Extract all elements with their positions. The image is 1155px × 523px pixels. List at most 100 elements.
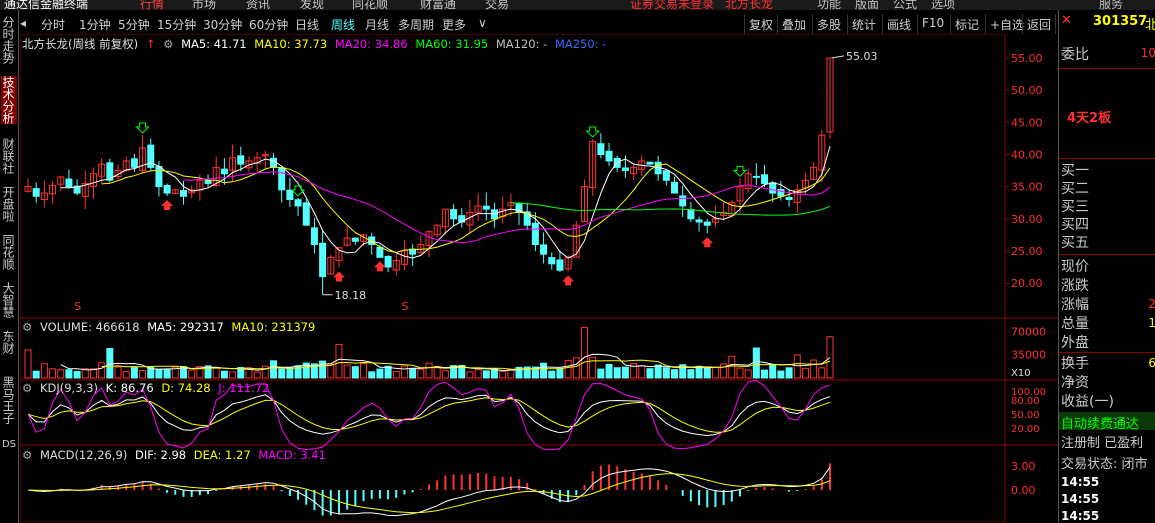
btn-diejia[interactable]: 叠加 <box>777 14 810 34</box>
ltab-tech[interactable]: 技术分析 <box>1 76 17 124</box>
ltab-fenshi[interactable]: 分时走势 <box>1 16 17 64</box>
candle-body <box>32 188 40 197</box>
tab-fenshi[interactable]: 分时 <box>41 16 65 33</box>
ma60-label: MA60: 31.95 <box>415 37 489 51</box>
ltab-df[interactable]: 东财 <box>1 330 17 354</box>
volume-bar <box>646 368 654 379</box>
rp-weibi-val: 10 <box>1140 46 1155 60</box>
ma10-label: MA10: 37.73 <box>254 37 328 51</box>
chevron-down-icon[interactable]: ∨ <box>478 16 487 30</box>
kdj-tick-label: 20.00 <box>1011 424 1040 435</box>
volume-bar <box>130 367 138 379</box>
ltab-ths[interactable]: 同花顺 <box>1 234 17 270</box>
volume-bar <box>703 367 711 379</box>
menu-formula[interactable]: 公式 <box>893 0 917 12</box>
close-icon[interactable]: ✕ <box>1061 13 1072 28</box>
ltab-cls[interactable]: 财联社 <box>1 138 17 174</box>
buy-arrow-icon <box>562 275 575 286</box>
ma120-label: MA120: - <box>495 37 548 51</box>
ltab-dzh[interactable]: 大智慧 <box>1 282 17 318</box>
rp-price: 现价 <box>1061 259 1089 275</box>
menu-wealth[interactable]: 财富通 <box>420 0 456 12</box>
tab-1min[interactable]: 1分钟 <box>79 16 111 33</box>
kdj-info-line: ⚙ KDJ(9,3,3) K: 86.76 D: 74.28 J: 111.72 <box>22 381 273 395</box>
trade-notice[interactable]: 证券交易未登录 <box>630 0 714 10</box>
candle-body <box>769 182 777 194</box>
macd-val: MACD: 3.41 <box>258 448 326 462</box>
rp-turnover: 换手 <box>1061 356 1089 372</box>
volume-bar <box>229 371 237 379</box>
candle-body <box>302 202 310 226</box>
volume-bar <box>327 363 335 379</box>
tab-multi[interactable]: 多周期 <box>398 16 434 33</box>
btn-biaoji[interactable]: 标记 <box>950 14 983 34</box>
ma10-line <box>101 163 831 254</box>
ltab-kpl[interactable]: 开盘啦 <box>1 186 17 222</box>
volume-bar <box>466 371 474 379</box>
volume-bar <box>220 370 228 379</box>
candle-body <box>548 257 556 265</box>
volume-bar <box>671 369 679 379</box>
menu-options[interactable]: 选项 <box>931 0 955 12</box>
tab-more[interactable]: 更多 <box>442 16 466 33</box>
volume-bar <box>65 369 73 379</box>
ltab-df-label: 东财 <box>1 330 15 354</box>
volume-bar <box>392 370 400 379</box>
btn-back[interactable]: 返回 <box>1022 14 1057 34</box>
rp-change: 涨跌 <box>1061 278 1089 294</box>
ltab-hmwz-label: 黑马王子 <box>1 376 15 424</box>
tab-day[interactable]: 日线 <box>295 16 319 33</box>
btn-f10[interactable]: F10 <box>917 14 948 34</box>
vol-gear-icon[interactable]: ⚙ <box>22 320 32 334</box>
menu-ths[interactable]: 同花顺 <box>352 0 388 12</box>
candle-body <box>695 219 703 223</box>
volume-bar <box>32 370 40 379</box>
btn-tongji[interactable]: 统计 <box>847 14 880 34</box>
rp-outer: 外盘 <box>1061 335 1089 351</box>
candle-body <box>310 227 318 245</box>
volume-bar <box>662 367 670 379</box>
btn-fuquan[interactable]: 复权 <box>744 14 777 34</box>
tab-month[interactable]: 月线 <box>365 16 389 33</box>
tab-5min[interactable]: 5分钟 <box>118 16 150 33</box>
volume-bar <box>343 364 351 379</box>
btn-huaxian[interactable]: 画线 <box>882 14 915 34</box>
up-arrow-icon: ↑ <box>145 37 156 51</box>
menu-hq[interactable]: 行情 <box>140 0 164 12</box>
sell-arrow-icon <box>585 126 600 138</box>
volume-bar <box>482 370 490 379</box>
menu-discover[interactable]: 发现 <box>300 0 324 12</box>
rp-trade-status: 交易状态: 闭市 <box>1061 457 1148 472</box>
tab-30min[interactable]: 30分钟 <box>203 16 242 33</box>
volume-bar <box>826 336 834 379</box>
candle-body <box>605 150 613 162</box>
volume-bar <box>49 368 57 379</box>
tab-week[interactable]: 周线 <box>331 16 355 33</box>
high-label: 55.03 <box>846 50 878 63</box>
tab-15min[interactable]: 15分钟 <box>157 16 196 33</box>
menu-news[interactable]: 资讯 <box>246 0 270 12</box>
buy-arrow-icon <box>161 199 174 210</box>
tb-arrow-icon[interactable]: ◂ <box>20 16 26 30</box>
macd-tick-label: 0.00 <box>1011 484 1036 497</box>
settings-gear-icon[interactable]: ⚙ <box>163 37 173 51</box>
vol-ma5-label: MA5: 292317 <box>147 320 224 334</box>
menu-func[interactable]: 功能 <box>817 0 841 12</box>
kdj-gear-icon[interactable]: ⚙ <box>22 381 32 395</box>
tab-60min[interactable]: 60分钟 <box>249 16 288 33</box>
kdj-d-line <box>27 397 831 433</box>
ltab-hmwz[interactable]: 黑马王子 <box>1 376 17 424</box>
menu-market[interactable]: 市场 <box>192 0 216 12</box>
candle-body <box>703 221 711 226</box>
volume-bar <box>621 366 629 379</box>
btn-duogu[interactable]: 多股 <box>812 14 845 34</box>
menu-layout[interactable]: 版面 <box>855 0 879 12</box>
ltab-ds[interactable]: DS <box>1 438 17 451</box>
menu-trade[interactable]: 交易 <box>485 0 509 12</box>
kdj-d: D: 74.28 <box>161 381 211 395</box>
rp-marquee[interactable]: 自动续费通达 <box>1059 412 1155 430</box>
candle-body <box>376 246 384 258</box>
candle-body <box>155 166 163 188</box>
macd-gear-icon[interactable]: ⚙ <box>22 448 32 462</box>
quote-header: ✕ 301357 北 <box>1059 10 1155 34</box>
